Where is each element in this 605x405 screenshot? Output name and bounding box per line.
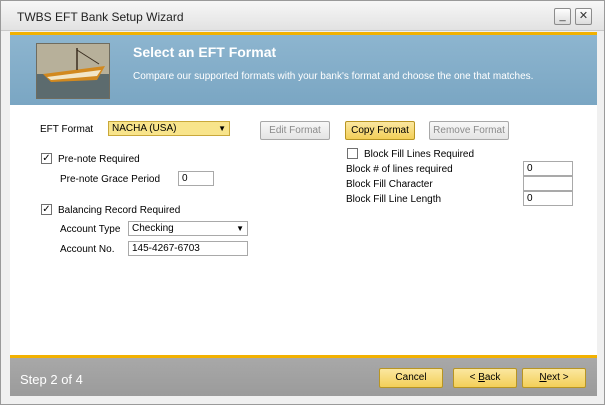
minimize-button[interactable]: _ xyxy=(554,8,571,25)
wizard-footer: Step 2 of 4 Cancel < Back Next > xyxy=(10,358,597,396)
prenote-label: Pre-note Required xyxy=(58,154,140,165)
step-indicator: Step 2 of 4 xyxy=(20,372,83,387)
next-rest: ext > xyxy=(546,372,569,383)
block-fill-label: Block Fill Lines Required xyxy=(364,149,475,160)
content-panel: EFT Format NACHA (USA) ▼ Edit Format Cop… xyxy=(10,105,597,355)
wizard-window: TWBS EFT Bank Setup Wizard _ ✕ Select an… xyxy=(0,0,605,405)
next-hotkey: N xyxy=(539,372,547,383)
cancel-button[interactable]: Cancel xyxy=(379,368,443,388)
edit-format-button[interactable]: Edit Format xyxy=(260,121,330,140)
close-button[interactable]: ✕ xyxy=(575,8,592,25)
prenote-grace-label: Pre-note Grace Period xyxy=(60,174,161,185)
block-fill-checkbox[interactable] xyxy=(347,148,358,159)
page-subtitle: Compare our supported formats with your … xyxy=(133,71,534,82)
window-title: TWBS EFT Bank Setup Wizard xyxy=(17,10,184,24)
account-no-input[interactable]: 145-4267-6703 xyxy=(128,241,248,256)
dropdown-arrow-icon: ▼ xyxy=(218,124,226,133)
minimize-icon: _ xyxy=(559,10,566,22)
block-length-input[interactable]: 0 xyxy=(523,191,573,206)
account-type-label: Account Type xyxy=(60,224,121,235)
dropdown-arrow-icon: ▼ xyxy=(236,224,244,233)
remove-format-button[interactable]: Remove Format xyxy=(429,121,509,140)
next-button[interactable]: Next > xyxy=(522,368,586,388)
account-type-select[interactable]: Checking ▼ xyxy=(128,221,248,236)
check-icon: ✓ xyxy=(42,204,51,215)
block-lines-label: Block # of lines required xyxy=(346,164,453,175)
prenote-checkbox[interactable]: ✓ xyxy=(41,153,52,164)
back-prefix: < xyxy=(469,372,479,383)
balancing-checkbox[interactable]: ✓ xyxy=(41,204,52,215)
close-icon: ✕ xyxy=(578,10,589,22)
wizard-header: Select an EFT Format Compare our support… xyxy=(10,35,597,105)
eft-format-label: EFT Format xyxy=(40,124,94,135)
back-rest: ack xyxy=(484,372,501,383)
balancing-label: Balancing Record Required xyxy=(58,205,181,216)
page-title: Select an EFT Format xyxy=(133,44,277,60)
check-icon: ✓ xyxy=(42,153,51,164)
eft-format-select[interactable]: NACHA (USA) ▼ xyxy=(108,121,230,136)
prenote-grace-input[interactable]: 0 xyxy=(178,171,214,186)
block-char-input[interactable] xyxy=(523,176,573,191)
back-hotkey: B xyxy=(478,372,485,383)
block-char-label: Block Fill Character xyxy=(346,179,433,190)
account-no-label: Account No. xyxy=(60,244,115,255)
title-bar[interactable]: TWBS EFT Bank Setup Wizard _ ✕ xyxy=(1,1,604,31)
copy-format-button[interactable]: Copy Format xyxy=(345,121,415,140)
eft-format-value: NACHA (USA) xyxy=(112,123,177,134)
block-lines-input[interactable]: 0 xyxy=(523,161,573,176)
boat-image xyxy=(36,43,110,99)
back-button[interactable]: < Back xyxy=(453,368,517,388)
account-type-value: Checking xyxy=(132,223,174,234)
block-length-label: Block Fill Line Length xyxy=(346,194,442,205)
